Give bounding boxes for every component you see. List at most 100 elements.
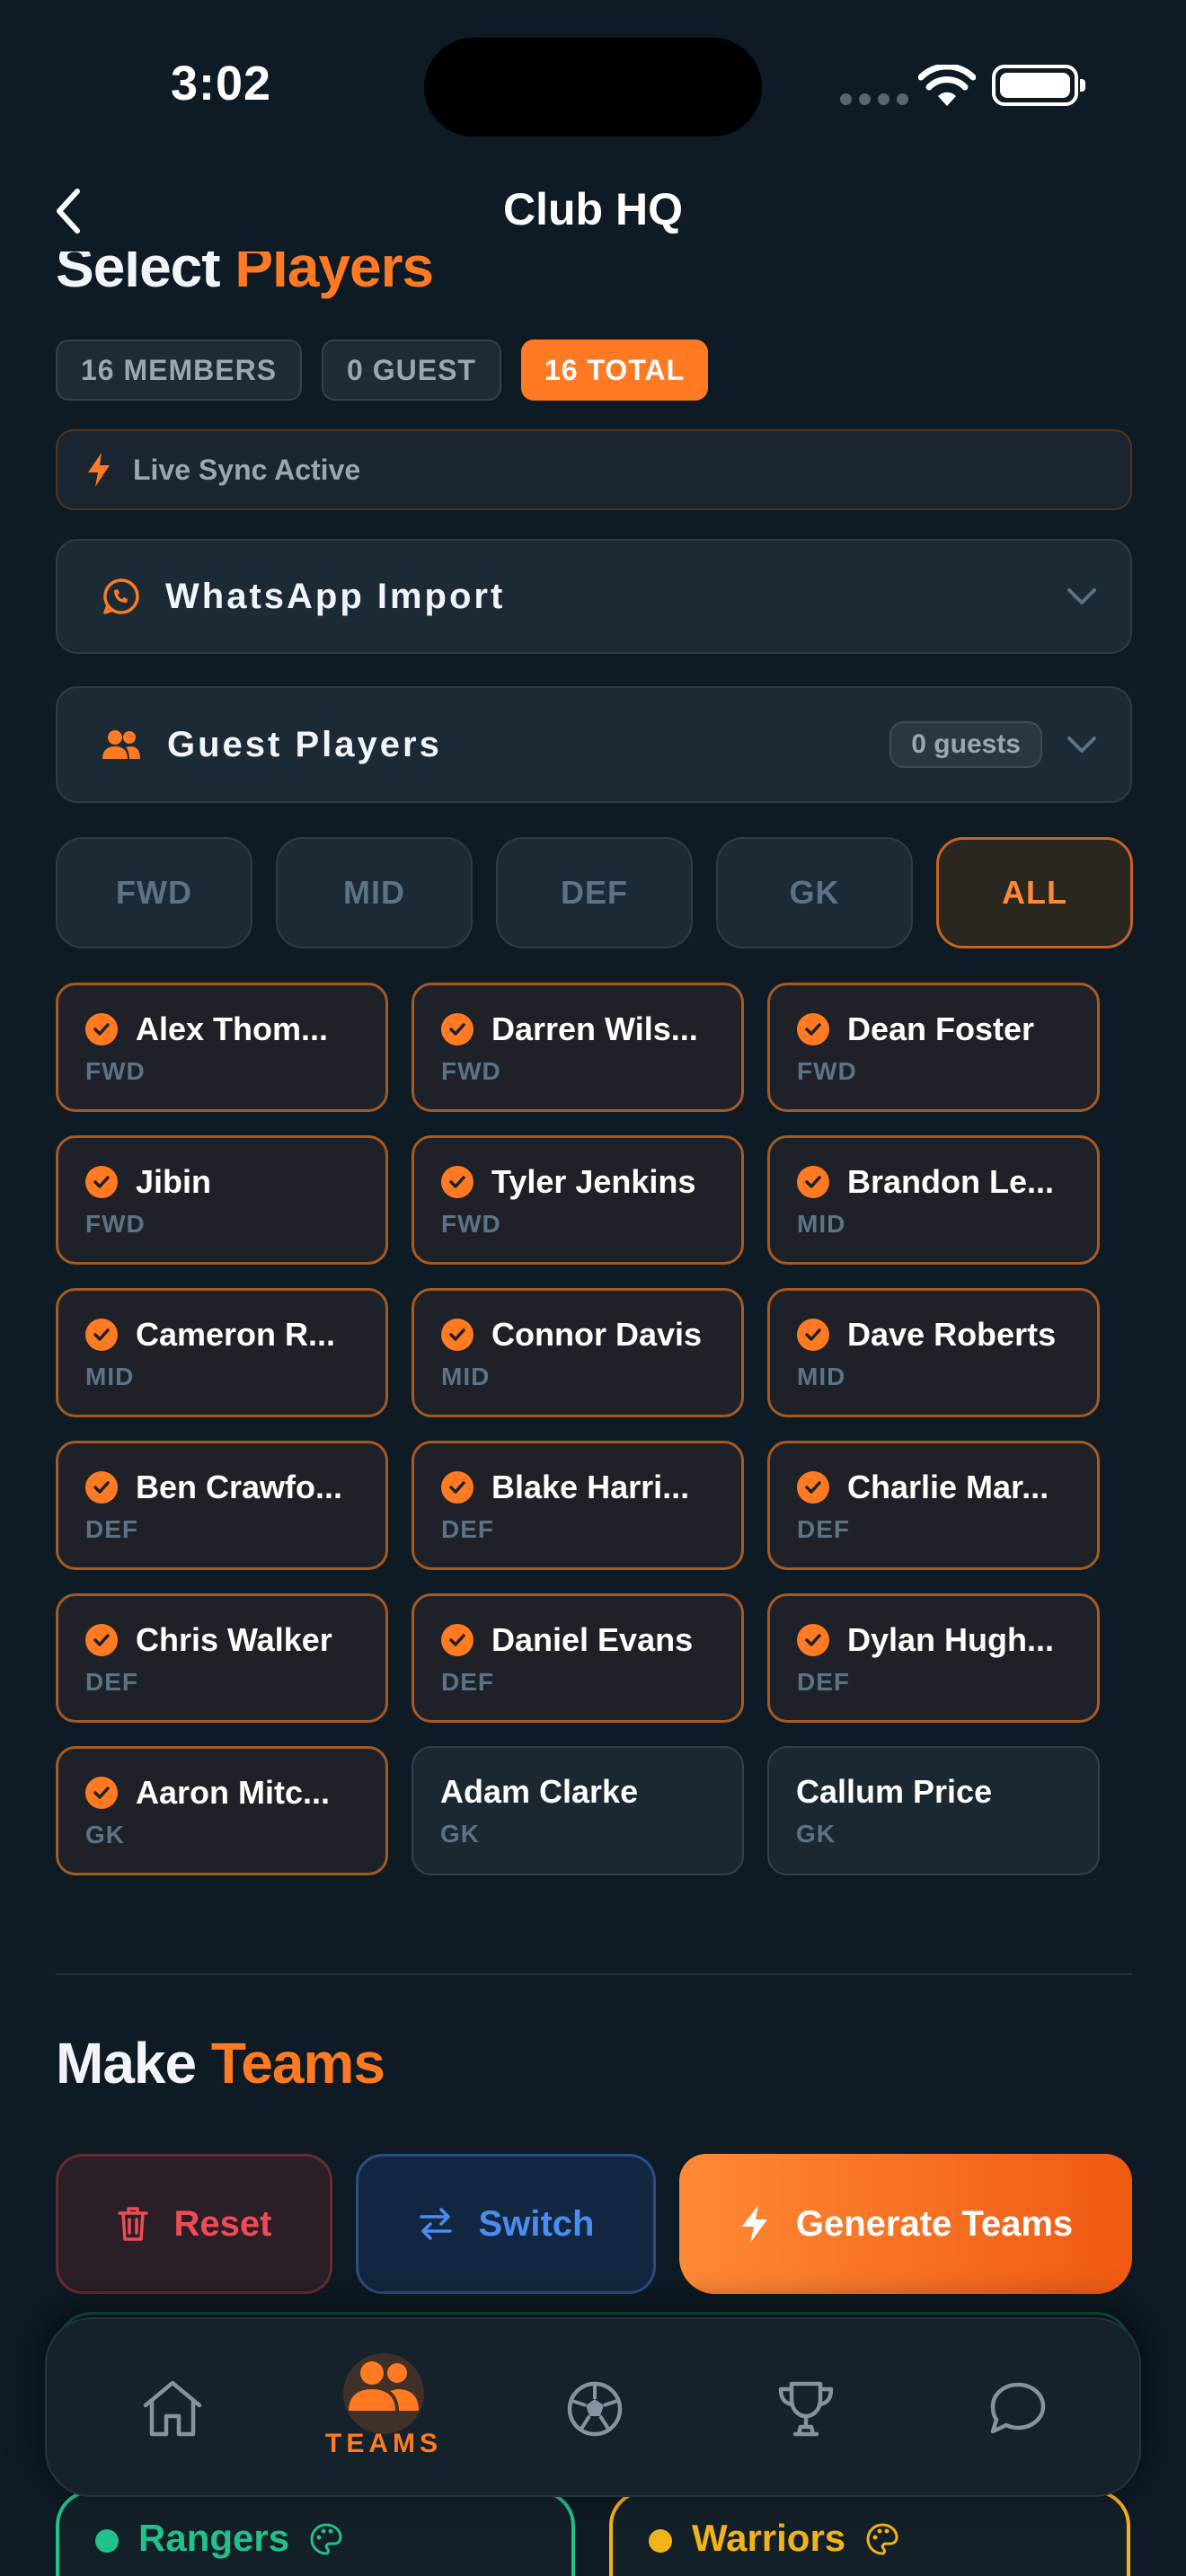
heading-main: Make [56,2031,197,2095]
check-icon [441,1013,474,1045]
player-position: GK [440,1820,480,1848]
total-badge: 16 TOTAL [520,340,709,401]
filter-gk[interactable]: GK [716,837,913,948]
filter-def[interactable]: DEF [496,837,693,948]
player-card[interactable]: Callum Price GK [767,1746,1100,1875]
page-title: Club HQ [503,184,683,234]
lightning-icon [88,453,110,487]
player-position: DEF [797,1515,850,1543]
lightning-icon [741,2205,767,2243]
wifi-icon [918,65,976,106]
player-name: Jibin [136,1163,212,1200]
team-card-warriors[interactable]: Warriors [609,2490,1130,2576]
check-icon [85,1471,118,1504]
player-card[interactable]: Dave Roberts MID [767,1288,1100,1417]
player-name: Darren Wils... [491,1010,698,1047]
player-card[interactable]: Daniel Evans DEF [412,1593,744,1723]
player-position: FWD [85,1057,146,1085]
tab-teams[interactable]: TEAMS [303,2319,465,2499]
heading-accent: Players [235,251,434,299]
bottom-tab-bar: TEAMS [45,2317,1141,2497]
team-card-rangers[interactable]: Rangers [56,2490,575,2576]
check-icon [85,1013,118,1045]
palette-icon[interactable] [309,2522,343,2556]
player-name: Blake Harri... [491,1469,690,1505]
player-name: Tyler Jenkins [491,1163,696,1200]
heading-main: Select [56,251,221,299]
position-filters: FWD MID DEF GK ALL [56,837,1133,948]
members-badge: 16 MEMBERS [56,340,303,401]
player-position: MID [797,1210,846,1238]
player-position: FWD [85,1210,146,1238]
player-card[interactable]: Charlie Mar... DEF [767,1441,1100,1570]
player-card[interactable]: Aaron Mitc... GK [56,1746,388,1875]
player-card[interactable]: Connor Davis MID [412,1288,744,1417]
player-position: MID [85,1363,135,1390]
home-icon [143,2380,202,2437]
tab-trophies[interactable] [725,2319,887,2499]
player-position: DEF [85,1668,138,1696]
player-card[interactable]: Tyler Jenkins FWD [412,1135,744,1265]
switch-button[interactable]: Switch [356,2154,656,2294]
guest-players-label: Guest Players [167,724,442,764]
soccer-ball-icon [567,2381,623,2437]
trash-icon [117,2207,148,2241]
whatsapp-import-accordion[interactable]: WhatsApp Import [56,539,1132,654]
scroll-content[interactable]: Select Players 16 MEMBERS 0 GUEST 16 TOT… [0,251,1186,2576]
guest-players-accordion[interactable]: Guest Players 0 guests [56,686,1132,803]
player-card[interactable]: Ben Crawfo... DEF [56,1441,388,1570]
whatsapp-label: WhatsApp Import [165,576,506,616]
player-name: Chris Walker [136,1621,332,1658]
cellular-signal-icon [840,93,908,105]
whatsapp-icon [103,578,139,614]
status-bar: 3:02 [0,0,1186,171]
count-badges: 16 MEMBERS 0 GUEST 16 TOTAL [56,340,709,401]
chat-bubble-icon [990,2382,1046,2434]
check-icon [797,1624,829,1656]
player-card[interactable]: Cameron R... MID [56,1288,388,1417]
player-name: Dean Foster [847,1010,1035,1047]
nav-header: Club HQ [0,171,1186,251]
team-name: Rangers [138,2517,290,2559]
tab-chat[interactable] [936,2319,1098,2499]
player-card[interactable]: Chris Walker DEF [56,1593,388,1723]
check-icon [85,1624,118,1656]
generate-teams-button[interactable]: Generate Teams [679,2154,1132,2294]
player-card[interactable]: Darren Wils... FWD [412,983,744,1112]
select-players-heading: Select Players [56,251,434,300]
team-color-dot [95,2529,119,2553]
guest-count-badge: 0 guests [890,721,1042,768]
check-icon [797,1013,829,1045]
player-card[interactable]: Blake Harri... DEF [412,1441,744,1570]
player-name: Adam Clarke [440,1773,639,1810]
player-grid: Alex Thom... FWD Darren Wils... FWD Dean F… [56,983,1100,1875]
tab-home[interactable] [92,2319,253,2499]
player-card[interactable]: Brandon Le... MID [767,1135,1100,1265]
check-icon [85,1319,118,1351]
player-card[interactable]: Adam Clarke GK [412,1746,744,1875]
tab-matches[interactable] [514,2319,676,2499]
player-position: MID [797,1363,846,1390]
palette-icon[interactable] [865,2522,899,2556]
filter-all[interactable]: ALL [936,837,1133,948]
player-position: FWD [797,1057,857,1085]
player-card[interactable]: Alex Thom... FWD [56,983,388,1112]
filter-mid[interactable]: MID [276,837,473,948]
filter-fwd[interactable]: FWD [56,837,252,948]
battery-icon [992,65,1085,106]
player-name: Alex Thom... [136,1010,329,1047]
make-teams-heading: Make Teams [56,2030,385,2096]
section-divider [56,1973,1132,1975]
player-name: Daniel Evans [491,1621,694,1658]
check-icon [85,1777,118,1809]
users-icon [102,730,140,759]
player-card[interactable]: Dean Foster FWD [767,983,1100,1112]
player-card[interactable]: Jibin FWD [56,1135,388,1265]
player-name: Aaron Mitc... [136,1774,331,1811]
status-time: 3:02 [171,57,272,110]
player-position: FWD [441,1057,501,1085]
live-sync-bar: Live Sync Active [56,429,1132,510]
reset-button[interactable]: Reset [56,2154,332,2294]
player-position: GK [796,1820,836,1848]
player-card[interactable]: Dylan Hugh... DEF [767,1593,1100,1723]
